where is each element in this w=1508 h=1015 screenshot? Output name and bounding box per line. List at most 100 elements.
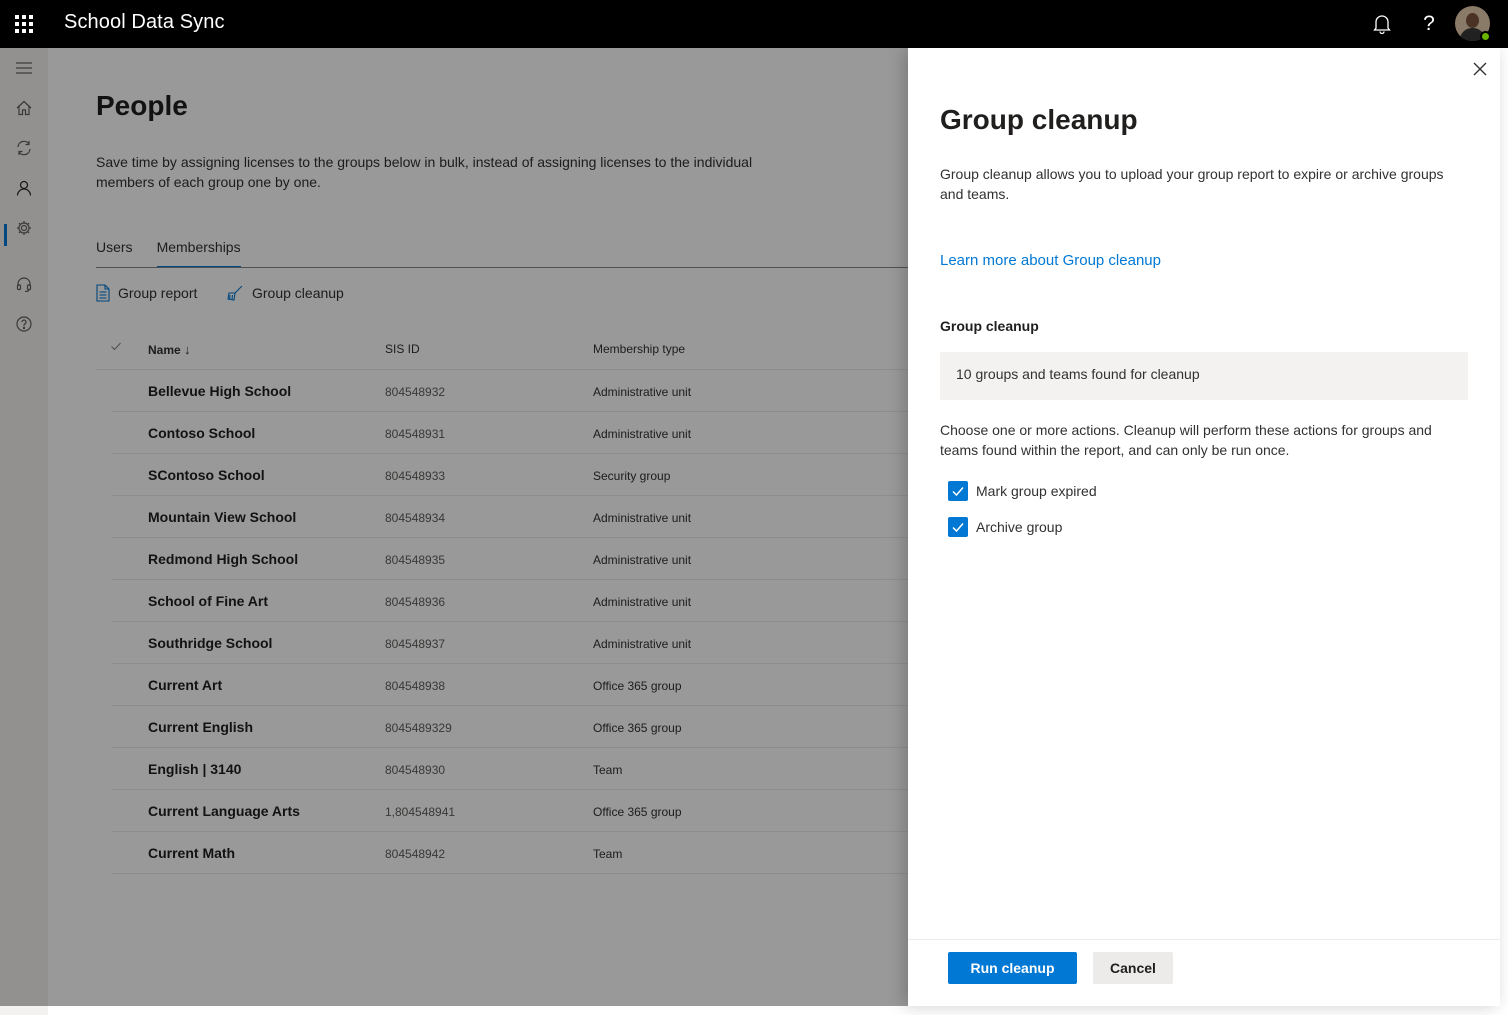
group-cleanup-button[interactable]: Group cleanup: [226, 282, 344, 304]
headset-icon[interactable]: [12, 272, 36, 296]
table-row[interactable]: English | 3140 804548930 Team: [112, 748, 956, 790]
run-cleanup-button[interactable]: Run cleanup: [948, 952, 1077, 984]
cell-membership-type: Team: [593, 763, 623, 777]
cell-sis-id: 8045489329: [385, 721, 452, 735]
group-cleanup-panel: Group cleanup Group cleanup allows you t…: [908, 48, 1500, 1006]
cell-sis-id: 804548942: [385, 847, 446, 861]
page-title: People: [96, 90, 188, 121]
broom-icon: [227, 285, 243, 301]
column-name-label: Name: [148, 343, 181, 357]
table-header: Name ↓ SIS ID Membership type: [96, 328, 956, 370]
cell-sis-id: 804548935: [385, 553, 446, 567]
people-icon[interactable]: [12, 176, 36, 200]
cell-sis-id: 804548934: [385, 511, 446, 525]
cell-name: SContoso School: [148, 467, 265, 483]
table-row[interactable]: Mountain View School 804548934 Administrat…: [112, 496, 956, 538]
table-row[interactable]: Redmond High School 804548935 Administrati…: [112, 538, 956, 580]
table-row[interactable]: Southridge School 804548937 Administrative…: [112, 622, 956, 664]
tabs-divider: [96, 267, 956, 268]
question-icon[interactable]: [12, 312, 36, 336]
table-row[interactable]: SContoso School 804548933 Security group: [112, 454, 956, 496]
cell-sis-id: 804548937: [385, 637, 446, 651]
rail-active-indicator: [4, 224, 7, 246]
cell-name: English | 3140: [148, 761, 242, 777]
sort-down-icon: ↓: [184, 342, 191, 357]
cell-membership-type: Team: [593, 847, 623, 861]
table-row[interactable]: Current Language Arts 1,804548941 Office 3…: [112, 790, 956, 832]
group-report-label: Group report: [118, 285, 198, 301]
cell-name: Mountain View School: [148, 509, 297, 525]
checkmark-icon: [948, 517, 968, 537]
left-rail: [0, 48, 48, 1015]
section-label: Group cleanup: [940, 318, 1039, 334]
cell-name: Contoso School: [148, 425, 256, 441]
learn-more-link[interactable]: Learn more about Group cleanup: [940, 252, 1161, 269]
column-header-membership-type[interactable]: Membership type: [593, 342, 685, 356]
table-row[interactable]: Bellevue High School 804548932 Administrat…: [112, 370, 956, 412]
cell-sis-id: 804548938: [385, 679, 446, 693]
cell-membership-type: Office 365 group: [593, 679, 682, 693]
table-row[interactable]: School of Fine Art 804548936 Administrativ…: [112, 580, 956, 622]
waffle-icon[interactable]: [12, 12, 36, 36]
table-body: Bellevue High School 804548932 Administrat…: [112, 370, 956, 874]
cell-name: Current Art: [148, 677, 223, 693]
cell-sis-id: 804548933: [385, 469, 446, 483]
table-row[interactable]: Current Art 804548938 Office 365 group: [112, 664, 956, 706]
archive-group-label: Archive group: [976, 519, 1063, 535]
footer-divider: [908, 939, 1500, 940]
settings-icon[interactable]: [12, 216, 36, 240]
column-header-name[interactable]: Name ↓: [148, 342, 191, 357]
table-row[interactable]: Current English 8045489329 Office 365 grou…: [112, 706, 956, 748]
cell-sis-id: 804548930: [385, 763, 446, 777]
cell-name: Bellevue High School: [148, 383, 292, 399]
document-icon: [96, 284, 110, 302]
cell-sis-id: 1,804548941: [385, 805, 456, 819]
archive-group-checkbox[interactable]: Archive group: [948, 517, 1062, 537]
cell-membership-type: Office 365 group: [593, 805, 682, 819]
cancel-button[interactable]: Cancel: [1093, 952, 1173, 984]
table-row[interactable]: Contoso School 804548931 Administrative un…: [112, 412, 956, 454]
cell-membership-type: Administrative unit: [593, 637, 692, 651]
cell-name: Southridge School: [148, 635, 273, 651]
cell-name: School of Fine Art: [148, 593, 269, 609]
cell-name: Current Math: [148, 845, 236, 861]
column-header-sis-id[interactable]: SIS ID: [385, 342, 420, 356]
cell-membership-type: Administrative unit: [593, 595, 692, 609]
tab-list: Users Memberships: [96, 236, 241, 268]
cell-name: Redmond High School: [148, 551, 299, 567]
instructions-text: Choose one or more actions. Cleanup will…: [940, 422, 1432, 458]
tab-users[interactable]: Users: [96, 236, 133, 268]
cell-membership-type: Administrative unit: [593, 385, 692, 399]
cell-name: Current Language Arts: [148, 803, 300, 819]
page-description: Save time by assigning licenses to the g…: [96, 154, 753, 190]
cell-membership-type: Security group: [593, 469, 671, 483]
panel-title: Group cleanup: [940, 104, 1138, 135]
help-icon[interactable]: ?: [1417, 12, 1441, 36]
group-cleanup-label: Group cleanup: [252, 285, 344, 301]
cell-name: Current English: [148, 719, 254, 735]
top-bar: School Data Sync ?: [0, 0, 1508, 48]
mark-expired-label: Mark group expired: [976, 483, 1097, 499]
cell-membership-type: Administrative unit: [593, 427, 692, 441]
found-groups-field: 10 groups and teams found for cleanup: [940, 352, 1468, 400]
app-title[interactable]: School Data Sync: [64, 11, 225, 34]
cell-membership-type: Office 365 group: [593, 721, 682, 735]
select-all-checkmark-icon[interactable]: [110, 340, 122, 355]
presence-status-icon: [1480, 31, 1491, 42]
cell-sis-id: 804548936: [385, 595, 446, 609]
mark-expired-checkbox[interactable]: Mark group expired: [948, 481, 1097, 501]
group-report-button[interactable]: Group report: [96, 282, 197, 304]
tab-memberships[interactable]: Memberships: [156, 236, 241, 268]
cell-membership-type: Administrative unit: [593, 511, 692, 525]
table-row[interactable]: Current Math 804548942 Team: [112, 832, 956, 874]
close-icon[interactable]: [1470, 59, 1490, 79]
panel-description: Group cleanup allows you to upload your …: [940, 166, 1444, 202]
bell-icon[interactable]: [1370, 12, 1394, 36]
cell-sis-id: 804548932: [385, 385, 446, 399]
hamburger-icon[interactable]: [12, 56, 36, 80]
cell-sis-id: 804548931: [385, 427, 446, 441]
cell-membership-type: Administrative unit: [593, 553, 692, 567]
sync-icon[interactable]: [12, 136, 36, 160]
checkmark-icon: [948, 481, 968, 501]
home-icon[interactable]: [12, 96, 36, 120]
